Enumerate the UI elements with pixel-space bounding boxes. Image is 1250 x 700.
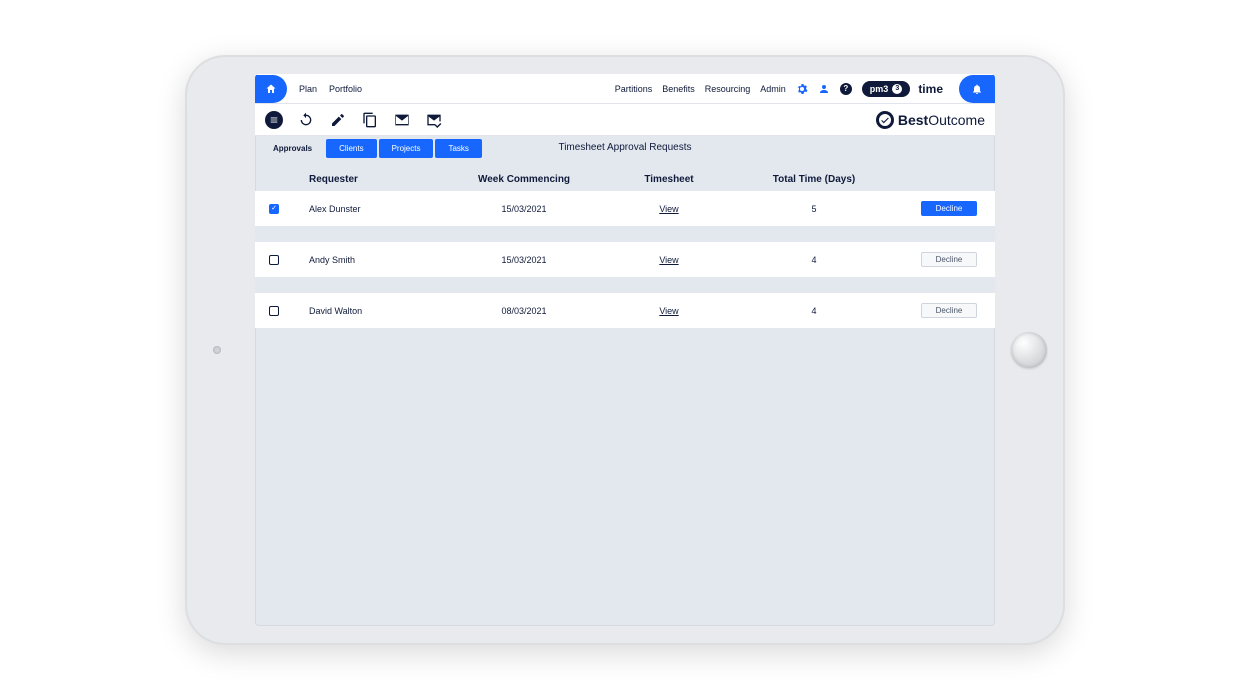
nav-benefits[interactable]: Benefits bbox=[662, 84, 695, 94]
col-total: Total Time (Days) bbox=[739, 174, 889, 185]
nav-plan[interactable]: Plan bbox=[299, 84, 317, 94]
check-badge-icon bbox=[876, 111, 894, 129]
decline-button[interactable]: Decline bbox=[921, 303, 978, 318]
table-area: Requester Week Commencing Timesheet Tota… bbox=[255, 160, 995, 328]
brand-thin: Outcome bbox=[928, 112, 985, 128]
table-row: Alex Dunster 15/03/2021 View 5 Decline bbox=[255, 191, 995, 242]
nav-portfolio[interactable]: Portfolio bbox=[329, 84, 362, 94]
home-icon bbox=[265, 83, 277, 95]
top-navbar: Plan Portfolio Partitions Benefits Resou… bbox=[255, 74, 995, 104]
tab-projects[interactable]: Projects bbox=[379, 139, 434, 158]
row-checkbox[interactable] bbox=[269, 306, 279, 316]
decline-button[interactable]: Decline bbox=[921, 252, 978, 267]
approve-mail-button[interactable] bbox=[425, 111, 443, 129]
notifications-button[interactable] bbox=[959, 75, 995, 103]
refresh-icon bbox=[298, 112, 314, 128]
copy-icon bbox=[362, 112, 378, 128]
mail-icon bbox=[394, 112, 410, 128]
cell-requester: Andy Smith bbox=[309, 255, 449, 265]
nav-resourcing[interactable]: Resourcing bbox=[705, 84, 751, 94]
toolbar: BestOutcome bbox=[255, 104, 995, 136]
toolbar-icons bbox=[265, 111, 443, 129]
help-icon[interactable]: ? bbox=[840, 83, 852, 95]
tab-approvals[interactable]: Approvals bbox=[261, 140, 324, 157]
view-link[interactable]: View bbox=[659, 204, 678, 214]
col-requester: Requester bbox=[309, 174, 449, 185]
brand-pill-text: pm3 bbox=[870, 84, 889, 94]
menu-icon bbox=[269, 115, 279, 125]
ipad-home-button[interactable] bbox=[1011, 332, 1047, 368]
cell-total: 4 bbox=[739, 255, 889, 265]
page-title: Timesheet Approval Requests bbox=[558, 142, 691, 160]
copy-button[interactable] bbox=[361, 111, 379, 129]
mail-button[interactable] bbox=[393, 111, 411, 129]
brand-time-text: time bbox=[918, 82, 943, 96]
app-screen: Plan Portfolio Partitions Benefits Resou… bbox=[255, 74, 995, 626]
tab-clients[interactable]: Clients bbox=[326, 139, 376, 158]
nav-admin[interactable]: Admin bbox=[760, 84, 786, 94]
cell-requester: Alex Dunster bbox=[309, 204, 449, 214]
row-checkbox[interactable] bbox=[269, 204, 279, 214]
decline-button[interactable]: Decline bbox=[921, 201, 978, 216]
table-row: David Walton 08/03/2021 View 4 Decline bbox=[255, 293, 995, 328]
brand-logo: BestOutcome bbox=[876, 111, 985, 129]
col-timesheet: Timesheet bbox=[599, 174, 739, 185]
brand-pill-sub: 3 bbox=[892, 84, 902, 94]
view-link[interactable]: View bbox=[659, 255, 678, 265]
ipad-frame: Plan Portfolio Partitions Benefits Resou… bbox=[185, 55, 1065, 645]
tab-tasks[interactable]: Tasks bbox=[435, 139, 481, 158]
edit-icon bbox=[330, 112, 346, 128]
cell-total: 4 bbox=[739, 306, 889, 316]
edit-button[interactable] bbox=[329, 111, 347, 129]
table-header: Requester Week Commencing Timesheet Tota… bbox=[255, 168, 995, 191]
home-button[interactable] bbox=[255, 75, 287, 103]
cell-week: 15/03/2021 bbox=[449, 204, 599, 214]
cell-requester: David Walton bbox=[309, 306, 449, 316]
col-week: Week Commencing bbox=[449, 174, 599, 185]
view-link[interactable]: View bbox=[659, 306, 678, 316]
brand-pill: pm33 bbox=[862, 81, 911, 97]
top-navbar-left: Plan Portfolio bbox=[255, 75, 362, 103]
refresh-button[interactable] bbox=[297, 111, 315, 129]
bell-icon bbox=[971, 83, 983, 95]
cell-week: 15/03/2021 bbox=[449, 255, 599, 265]
gear-icon[interactable] bbox=[796, 83, 808, 95]
user-icon[interactable] bbox=[818, 83, 830, 95]
table-row: Andy Smith 15/03/2021 View 4 Decline bbox=[255, 242, 995, 293]
cell-total: 5 bbox=[739, 204, 889, 214]
top-navbar-right: Partitions Benefits Resourcing Admin ? p… bbox=[615, 75, 995, 103]
cell-week: 08/03/2021 bbox=[449, 306, 599, 316]
mail-check-icon bbox=[426, 112, 442, 128]
row-checkbox[interactable] bbox=[269, 255, 279, 265]
ipad-camera bbox=[213, 346, 221, 354]
brand-bold: Best bbox=[898, 112, 928, 128]
menu-button[interactable] bbox=[265, 111, 283, 129]
nav-partitions[interactable]: Partitions bbox=[615, 84, 653, 94]
